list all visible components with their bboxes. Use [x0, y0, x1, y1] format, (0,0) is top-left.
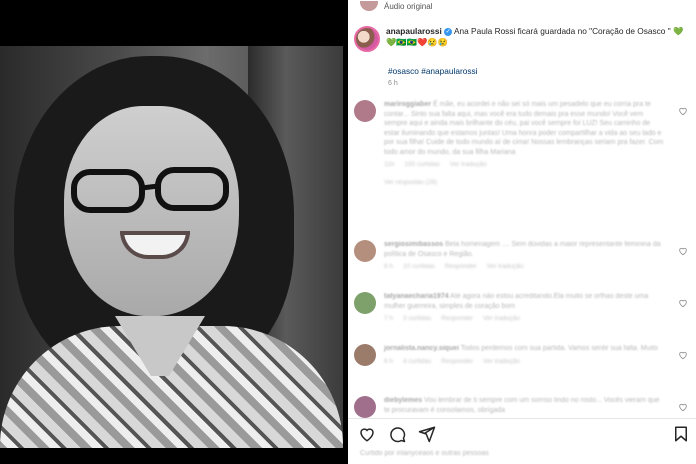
comment-body: diebylemes Vou lembrar de ti sempre com … [384, 396, 666, 426]
audio-label[interactable]: Áudio original [384, 2, 432, 11]
caption-message: Ana Paula Rossi ficará guardada no "Cora… [453, 26, 671, 36]
comment-meta-item: 7 h [384, 315, 394, 322]
post-details-panel: Áudio original anapaularossi ✓ Ana Paula… [348, 0, 696, 464]
actions-divider [348, 418, 696, 419]
post-caption: anapaularossi ✓ Ana Paula Rossi ficará g… [354, 26, 690, 52]
comment-meta-item: 6 h [384, 357, 394, 365]
comment-meta-item[interactable]: Ver tradução [483, 314, 520, 324]
heart-icon[interactable] [358, 425, 376, 443]
comment-icon[interactable] [388, 425, 406, 443]
photo-glasses [71, 167, 229, 213]
comment-avatar[interactable] [354, 396, 376, 418]
comment-meta-item[interactable]: Responder [445, 262, 477, 272]
comment-text: Todos perdemos com sua partida. Vamos se… [460, 345, 658, 352]
author-username[interactable]: anapaularossi [386, 26, 442, 36]
author-avatar[interactable] [354, 26, 380, 52]
comment-username[interactable]: diebylemes [384, 397, 422, 404]
comment-avatar[interactable] [354, 344, 376, 366]
share-icon[interactable] [418, 425, 436, 443]
comment-avatar[interactable] [354, 240, 376, 262]
post-hashtags[interactable]: #osasco #anapaularossi [388, 66, 477, 76]
comment-text: É mãe, eu acordei e não sei só mais um p… [384, 101, 664, 156]
comment-meta: 6 h 4 curtidas Responder Ver tradução [384, 357, 666, 367]
comment-like-icon[interactable] [678, 402, 688, 412]
comment-avatar[interactable] [354, 100, 376, 122]
verified-badge-icon: ✓ [444, 27, 453, 36]
post-photo [0, 46, 343, 448]
post-media[interactable] [0, 0, 348, 464]
comment-meta: 11h 155 curtidas Ver tradução [384, 160, 666, 170]
comment-meta-item[interactable]: Ver tradução [487, 262, 524, 272]
comment-username[interactable]: jornalista.nancy.siquei [384, 345, 459, 352]
comment-item: sergiosimibassos Bela homenagem .... Sem… [354, 240, 690, 280]
comment-item: diebylemes Vou lembrar de ti sempre com … [354, 396, 690, 426]
comment-username[interactable]: tatyanaecharia1974 [384, 293, 449, 300]
comment-like-icon[interactable] [678, 350, 688, 360]
comment-item: mariroggiaber É mãe, eu acordei e não se… [354, 100, 690, 187]
comment-meta-item[interactable]: Ver tradução [450, 160, 487, 170]
comment-body: sergiosimibassos Bela homenagem .... Sem… [384, 240, 666, 280]
comment-meta-item[interactable]: 3 curtidas [403, 314, 431, 324]
comment-like-icon[interactable] [678, 106, 688, 116]
comment-meta-item: 8 h [384, 263, 394, 270]
comment-username[interactable]: mariroggiaber [384, 101, 431, 108]
comment-item: jornalista.nancy.siquei Todos perdemos c… [354, 344, 690, 374]
action-bar [358, 424, 694, 444]
comment-body: tatyanaecharia1974 Até agora não estou a… [384, 292, 666, 332]
comment-avatar[interactable] [354, 292, 376, 314]
comment-meta-item: 11h [384, 161, 395, 168]
audio-avatar [360, 1, 378, 11]
comment-item: tatyanaecharia1974 Até agora não estou a… [354, 292, 690, 332]
comment-meta-item[interactable]: 155 curtidas [404, 160, 439, 170]
comment-meta-item[interactable]: Ver tradução [483, 357, 520, 367]
comment-text: Vou lembrar de ti sempre com um sorriso … [384, 397, 660, 414]
comment-meta-item[interactable]: 4 curtidas [403, 357, 431, 367]
comment-meta-item[interactable]: Responder [441, 314, 473, 324]
comment-meta-item[interactable]: Responder [441, 357, 473, 367]
comment-body: mariroggiaber É mãe, eu acordei e não se… [384, 100, 666, 187]
comment-username[interactable]: sergiosimibassos [384, 241, 443, 248]
comment-like-icon[interactable] [678, 246, 688, 256]
caption-text: anapaularossi ✓ Ana Paula Rossi ficará g… [386, 26, 686, 52]
view-replies-link[interactable]: Ver respostas (28) [384, 178, 666, 188]
comment-meta: 7 h 3 curtidas Responder Ver tradução [384, 314, 666, 324]
comment-body: jornalista.nancy.siquei Todos perdemos c… [384, 344, 666, 374]
comment-meta-item[interactable]: 10 curtidas [403, 262, 435, 272]
comment-like-icon[interactable] [678, 298, 688, 308]
likes-summary[interactable]: Curtido por inlanyceaos e outras pessoas [360, 450, 489, 457]
post-time: 6 h [388, 80, 398, 87]
audio-row[interactable]: Áudio original [360, 0, 432, 12]
comment-meta: 8 h 10 curtidas Responder Ver tradução [384, 262, 666, 272]
bookmark-icon[interactable] [672, 425, 690, 443]
